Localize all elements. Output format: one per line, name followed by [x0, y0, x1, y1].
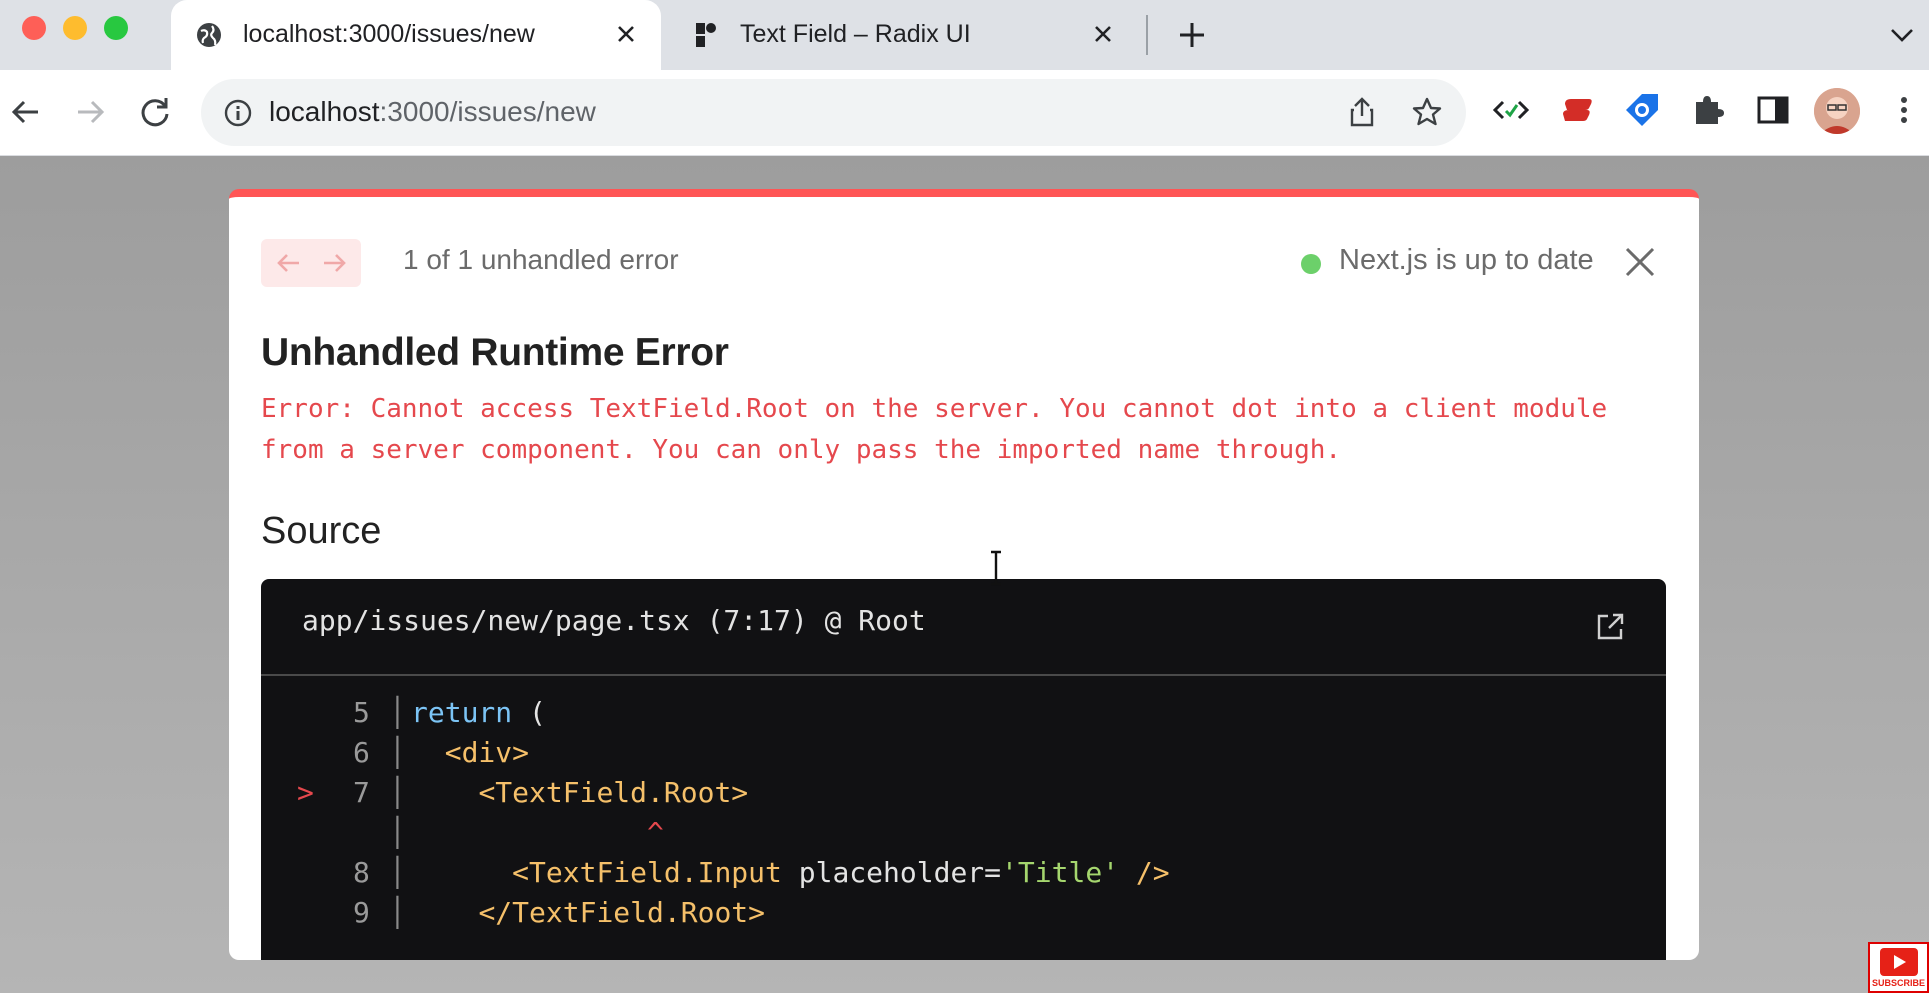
code-token: <div> [444, 736, 530, 769]
line-number: 6 [353, 736, 370, 769]
close-icon[interactable] [1623, 245, 1657, 279]
profile-avatar[interactable] [1814, 88, 1860, 134]
tab-radix[interactable]: Text Field – Radix UI [668, 0, 1138, 70]
gutter-bar: │ [389, 736, 406, 769]
text-cursor-icon [991, 550, 1001, 586]
tag-extension-icon[interactable] [1622, 90, 1662, 130]
line-number: 5 [353, 696, 370, 729]
window-close-button[interactable] [22, 16, 46, 40]
error-line-marker: > [297, 776, 314, 809]
tab-strip: localhost:3000/issues/new Text Field – R… [0, 0, 1929, 70]
code-token: /> [1119, 856, 1170, 889]
gutter-bar: │ [389, 896, 406, 929]
error-pagination [261, 239, 361, 287]
line-number: 9 [353, 896, 370, 929]
code-line: │ ^ [261, 816, 1666, 856]
code-token: <TextField.Root> [478, 776, 749, 809]
url-path: :3000/issues/new [379, 96, 596, 127]
code-text: return ( [411, 696, 546, 729]
code-token: <TextField.Input [512, 856, 782, 889]
subscribe-label: SUBSCRIBE [1871, 978, 1925, 988]
more-vert-icon[interactable] [1884, 90, 1924, 130]
avatar-face-icon [1814, 88, 1860, 134]
code-token: ^ [411, 816, 664, 849]
code-line: 9 │ </TextField.Root> [261, 896, 1666, 936]
radix-logo-icon [696, 23, 716, 47]
window-zoom-button[interactable] [104, 16, 128, 40]
gutter-bar: │ [389, 776, 406, 809]
url-text[interactable]: localhost:3000/issues/new [269, 96, 596, 128]
tab-localhost[interactable]: localhost:3000/issues/new [171, 0, 661, 70]
code-token: ( [512, 696, 546, 729]
youtube-subscribe-badge[interactable]: SUBSCRIBE [1868, 942, 1929, 993]
url-host: localhost [269, 96, 380, 127]
code-text: </TextField.Root> [411, 896, 765, 929]
code-text: <div> [411, 736, 529, 769]
reload-icon[interactable] [135, 92, 175, 132]
source-file-path[interactable]: app/issues/new/page.tsx (7:17) @ Root [302, 604, 926, 637]
code-token: 'Title' [1001, 856, 1120, 889]
chevron-down-icon[interactable] [1887, 22, 1917, 48]
code-extension-icon[interactable] [1491, 90, 1531, 130]
source-heading: Source [261, 510, 382, 552]
lastpass-icon[interactable] [1557, 90, 1597, 130]
browser-toolbar: localhost:3000/issues/new [0, 70, 1929, 156]
info-icon[interactable] [223, 98, 253, 128]
code-text: ^ [411, 816, 664, 849]
code-text: <TextField.Input placeholder='Title' /> [411, 856, 1170, 889]
plus-icon[interactable] [1175, 18, 1209, 52]
window-minimize-button[interactable] [63, 16, 87, 40]
bookmark-star-icon[interactable] [1410, 95, 1444, 129]
address-bar[interactable]: localhost:3000/issues/new [201, 79, 1466, 146]
page-viewport: 1 of 1 unhandled error Next.js is up to … [0, 156, 1929, 993]
close-icon[interactable] [611, 19, 641, 49]
back-arrow-icon[interactable] [6, 92, 46, 132]
error-title: Unhandled Runtime Error [261, 331, 729, 374]
code-line: 6 │ <div> [261, 736, 1666, 776]
version-status: Next.js is up to date [1339, 244, 1594, 276]
gutter-bar: │ [389, 856, 406, 889]
forward-arrow-icon[interactable] [70, 92, 110, 132]
tab-title: localhost:3000/issues/new [243, 20, 535, 48]
line-number: 7 [353, 776, 370, 809]
code-token: return [411, 696, 513, 729]
youtube-play-icon [1880, 948, 1918, 976]
error-overlay-dialog: 1 of 1 unhandled error Next.js is up to … [229, 189, 1699, 960]
code-token: </TextField.Root> [478, 896, 766, 929]
code-line: 8 │ <TextField.Input placeholder='Title' … [261, 856, 1666, 896]
code-line: >7 │ <TextField.Root> [261, 776, 1666, 816]
line-number: 8 [353, 856, 370, 889]
close-icon[interactable] [1088, 19, 1118, 49]
tab-title: Text Field – Radix UI [740, 20, 971, 48]
sidepanel-icon[interactable] [1753, 90, 1793, 130]
status-dot [1301, 254, 1321, 274]
tab-separator [1146, 15, 1148, 55]
next-error-button[interactable] [316, 245, 352, 281]
puzzle-icon[interactable] [1688, 90, 1728, 130]
code-frame: app/issues/new/page.tsx (7:17) @ Root 5 │… [261, 579, 1666, 960]
open-in-editor-icon[interactable] [1594, 611, 1626, 643]
globe-icon [197, 23, 221, 47]
gutter-bar: │ [389, 816, 406, 849]
error-message: Error: Cannot access TextField.Root on t… [261, 394, 1608, 465]
previous-error-button[interactable] [271, 245, 307, 281]
share-icon[interactable] [1345, 95, 1379, 129]
code-line: 5 │ return ( [261, 696, 1666, 736]
code-frame-header: app/issues/new/page.tsx (7:17) @ Root [261, 579, 1666, 676]
gutter-bar: │ [389, 696, 406, 729]
error-count: 1 of 1 unhandled error [403, 244, 679, 275]
code-text: <TextField.Root> [411, 776, 748, 809]
code-token: placeholder= [781, 856, 1002, 889]
